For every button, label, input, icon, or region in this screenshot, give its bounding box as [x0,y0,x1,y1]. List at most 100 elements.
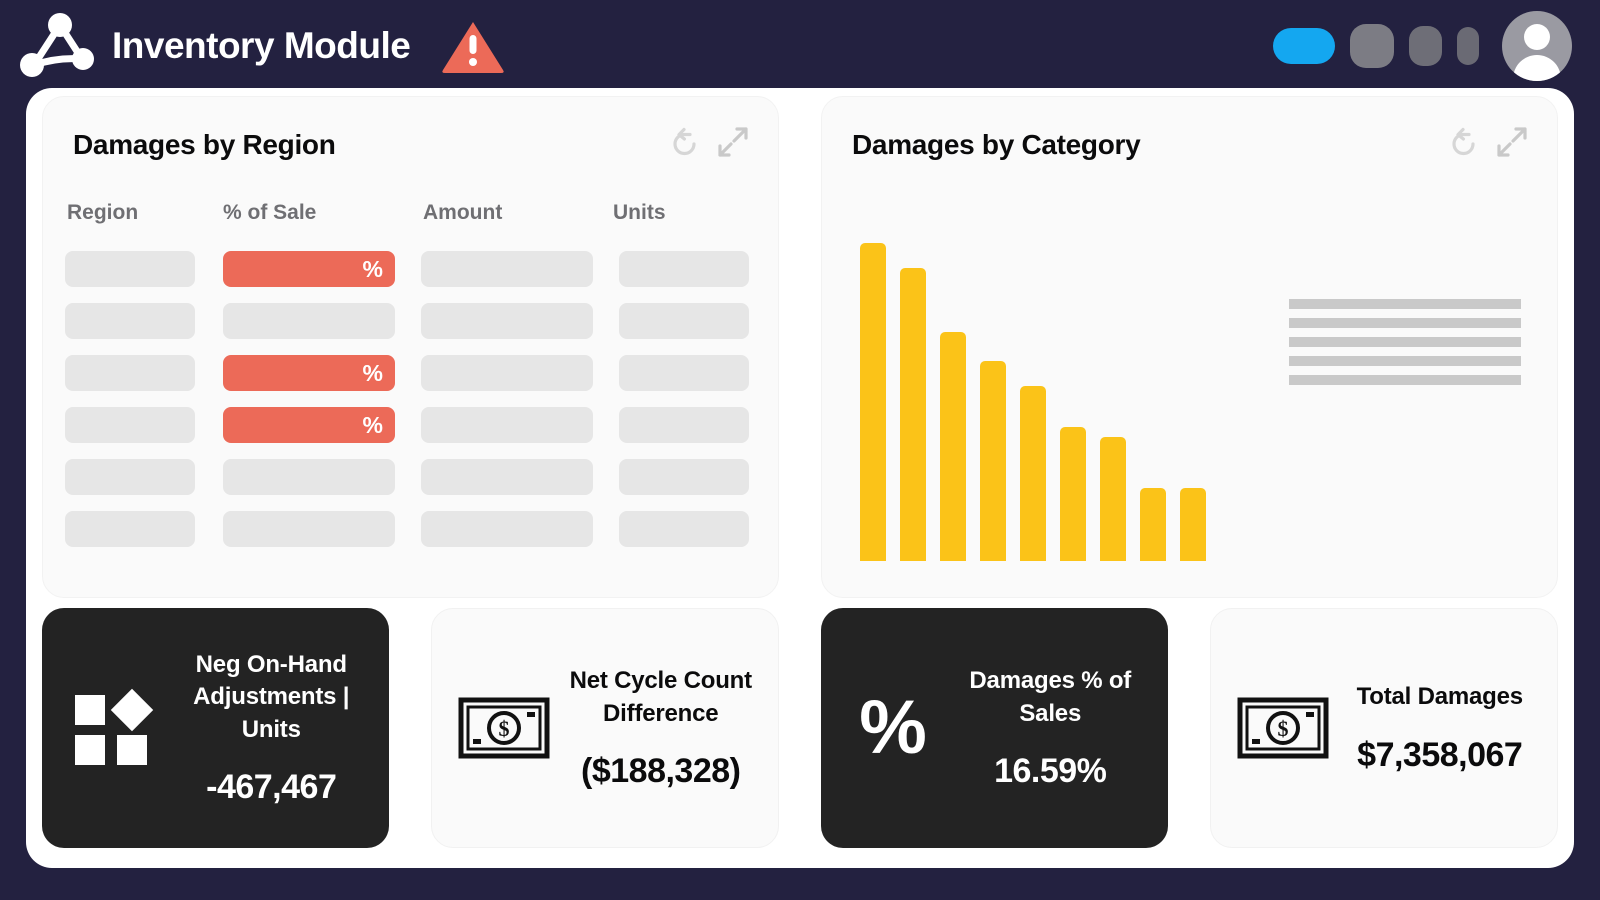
kpi-card-total-damages[interactable]: $ Total Damages $7,358,067 [1209,608,1558,848]
kpi-label: Net Cycle Count Difference [569,667,753,727]
cell-pct-of-sale [223,459,395,495]
legend-placeholder-line [1289,299,1521,309]
kpi-card-damages-pct-of-sales[interactable]: % Damages % of Sales 16.59% [821,608,1168,848]
kpi-icon: % [845,684,941,770]
panel-title: Damages by Region [73,129,336,160]
cell-units [619,251,749,287]
cell-region [65,407,195,443]
cell-amount [421,459,593,495]
kpi-label: Damages % of Sales [969,667,1132,727]
cell-pct-of-sale [223,303,395,339]
four-squares-icon [73,688,155,767]
panels-row: Damages by Region Region % of Sale Amoun… [42,96,1558,598]
bar-8[interactable] [1140,487,1166,561]
table-row[interactable]: % [65,399,756,451]
cell-region [65,511,195,547]
dashboard-canvas: Damages by Region Region % of Sale Amoun… [26,88,1574,868]
cell-pct-of-sale: % [223,251,395,287]
kpi-icon: $ [1235,697,1331,759]
percent-icon: % [859,684,927,770]
panel-damages-by-region: Damages by Region Region % of Sale Amoun… [42,96,779,598]
top-bar: Inventory Module [0,0,1600,92]
bar-5[interactable] [1020,386,1046,561]
kpi-label: Total Damages [1356,683,1524,711]
expand-arrows-icon[interactable] [1493,125,1529,161]
bar-3[interactable] [940,332,966,561]
panel-title: Damages by Category [852,129,1141,160]
table-header-row: Region % of Sale Amount Units [65,201,756,243]
kpi-icon: $ [456,697,552,759]
panel-damages-by-category: Damages by Category [821,96,1558,598]
dashboard-app: Inventory Module Damages by Region Regio… [0,0,1600,900]
cell-pct-of-sale: % [223,355,395,391]
cell-pct-of-sale [223,511,395,547]
kpi-text: Neg On-Hand Adjustments | Units -467,467 [178,649,365,807]
network-triangle-logo [20,13,94,77]
cell-region [65,355,195,391]
kpi-value: -467,467 [206,768,337,807]
kpi-value: 16.59% [994,751,1107,790]
svg-text:$: $ [1277,716,1288,741]
avatar-head [1524,24,1550,50]
status-pill-2[interactable] [1409,26,1442,66]
kpi-card-neg-on-hand-adjustments[interactable]: Neg On-Hand Adjustments | Units -467,467 [42,608,389,848]
user-avatar-icon[interactable] [1502,11,1572,81]
panel-actions [668,125,750,161]
cell-amount [421,303,593,339]
bar-7[interactable] [1100,436,1126,561]
damages-by-category-bar-chart [860,243,1230,561]
expand-arrows-icon[interactable] [714,125,750,161]
reset-arrow-icon[interactable] [1447,126,1481,160]
bar-4[interactable] [980,360,1006,561]
cell-units [619,303,749,339]
bar-9[interactable] [1180,487,1206,561]
status-pill-3[interactable] [1457,27,1479,65]
svg-text:$: $ [498,716,509,741]
kpi-value: $7,358,067 [1357,735,1523,774]
cell-amount [421,407,593,443]
chart-legend-placeholder [1289,299,1521,385]
table-row[interactable]: % [65,347,756,399]
cell-units [619,355,749,391]
cell-amount [421,511,593,547]
banknote-dollar-icon: $ [458,697,549,759]
warning-triangle-icon[interactable] [440,17,506,75]
cell-units [619,511,749,547]
kpi-label: Neg On-Hand Adjustments | Units [193,650,350,743]
cell-amount [421,355,593,391]
column-header-units: Units [613,201,666,224]
kpi-value: ($188,328) [581,751,741,790]
table-row[interactable] [65,295,756,347]
kpi-row: Neg On-Hand Adjustments | Units -467,467… [42,608,1558,848]
column-header-region: Region [67,201,139,224]
cell-units [619,459,749,495]
legend-placeholder-line [1289,356,1521,366]
bar-6[interactable] [1060,427,1086,561]
cell-pct-of-sale: % [223,407,395,443]
legend-placeholder-line [1289,318,1521,328]
page-title: Inventory Module [112,25,411,66]
bar-1[interactable] [860,243,886,561]
table-row[interactable] [65,503,756,555]
legend-placeholder-line [1289,337,1521,347]
table-row[interactable] [65,451,756,503]
panel-actions [1447,125,1529,161]
top-bar-controls [1273,11,1600,81]
cell-region [65,459,195,495]
kpi-text: Net Cycle Count Difference ($188,328) [568,665,755,791]
column-header-pct-of-sale: % of Sale [223,201,317,224]
table-row[interactable]: % [65,243,756,295]
kpi-icon [66,688,162,767]
status-pill-1[interactable] [1350,24,1394,68]
kpi-card-net-cycle-count-difference[interactable]: $ Net Cycle Count Difference ($188,328) [430,608,779,848]
cell-amount [421,251,593,287]
reset-arrow-icon[interactable] [668,126,702,160]
column-header-amount: Amount [423,201,503,224]
legend-placeholder-line [1289,375,1521,385]
toggle-pill-active[interactable] [1273,28,1335,64]
cell-region [65,251,195,287]
banknote-dollar-icon: $ [1237,697,1328,759]
bar-2[interactable] [900,268,926,561]
region-table: Region % of Sale Amount Units % % % [65,201,756,555]
cell-units [619,407,749,443]
